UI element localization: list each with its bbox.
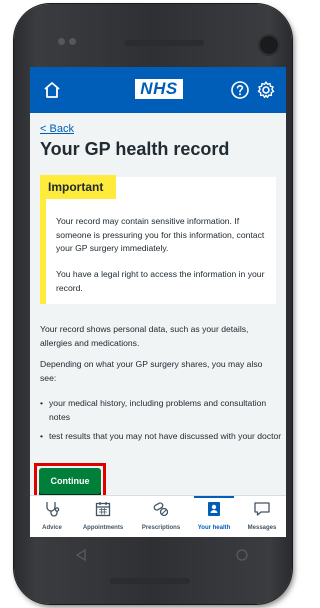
- home-icon[interactable]: [42, 80, 62, 100]
- nhs-logo: NHS: [135, 79, 183, 99]
- back-link-label: Back: [49, 123, 74, 135]
- stethoscope-icon: [46, 502, 60, 517]
- body-paragraph: Your record shows personal data, such as…: [40, 324, 249, 348]
- sensor-dot: [58, 38, 65, 45]
- message-icon: [254, 502, 270, 516]
- device-nav-bar: [30, 540, 286, 570]
- health-record-icon: [208, 502, 220, 516]
- tab-prescriptions[interactable]: Prescriptions: [132, 496, 190, 537]
- pills-icon: [153, 502, 169, 517]
- page-title: Your GP health record: [40, 139, 230, 159]
- home-circle-icon[interactable]: [235, 548, 249, 562]
- bottom-speaker: [110, 578, 190, 584]
- proximity-sensors: [58, 38, 80, 46]
- gear-icon[interactable]: [256, 80, 276, 100]
- active-tab-indicator: [194, 496, 234, 498]
- bottom-tab-bar: Advice Appointments Prescriptions Your h…: [30, 495, 286, 537]
- earpiece-speaker: [124, 40, 204, 46]
- important-callout: Important Your record may contain sensit…: [40, 175, 276, 304]
- back-link[interactable]: < Back: [40, 123, 74, 135]
- tab-your-health[interactable]: Your health: [190, 496, 238, 537]
- list-item: test results that you may not have discu…: [40, 430, 284, 444]
- tab-label: Advice: [42, 525, 62, 531]
- calendar-icon: [95, 502, 111, 517]
- tab-messages[interactable]: Messages: [238, 496, 286, 537]
- page-content: < Back Your GP health record Important Y…: [30, 113, 286, 499]
- callout-paragraph: Your record may contain sensitive inform…: [56, 216, 265, 253]
- callout-label: Important: [40, 175, 116, 199]
- tab-label: Your health: [197, 525, 231, 531]
- callout-paragraph: You have a legal right to access the inf…: [56, 269, 265, 293]
- front-camera: [258, 34, 280, 56]
- app-screen: NHS < Back Your GP health record Importa…: [30, 67, 286, 537]
- help-icon[interactable]: [230, 80, 250, 100]
- continue-button[interactable]: Continue: [39, 468, 101, 494]
- record-contents-list: your medical history, including problems…: [40, 397, 284, 450]
- tab-label: Appointments: [82, 525, 124, 531]
- tab-label: Prescriptions: [141, 525, 181, 531]
- tab-appointments[interactable]: Appointments: [74, 496, 132, 537]
- body-paragraph: Depending on what your GP surgery shares…: [40, 359, 263, 383]
- tab-advice[interactable]: Advice: [30, 496, 74, 537]
- sensor-dot: [69, 38, 76, 45]
- back-triangle-icon[interactable]: [74, 548, 88, 562]
- tab-label: Messages: [247, 525, 277, 531]
- nhs-logo-text: NHS: [140, 79, 178, 98]
- app-header: NHS: [30, 67, 286, 113]
- list-item: your medical history, including problems…: [40, 397, 284, 424]
